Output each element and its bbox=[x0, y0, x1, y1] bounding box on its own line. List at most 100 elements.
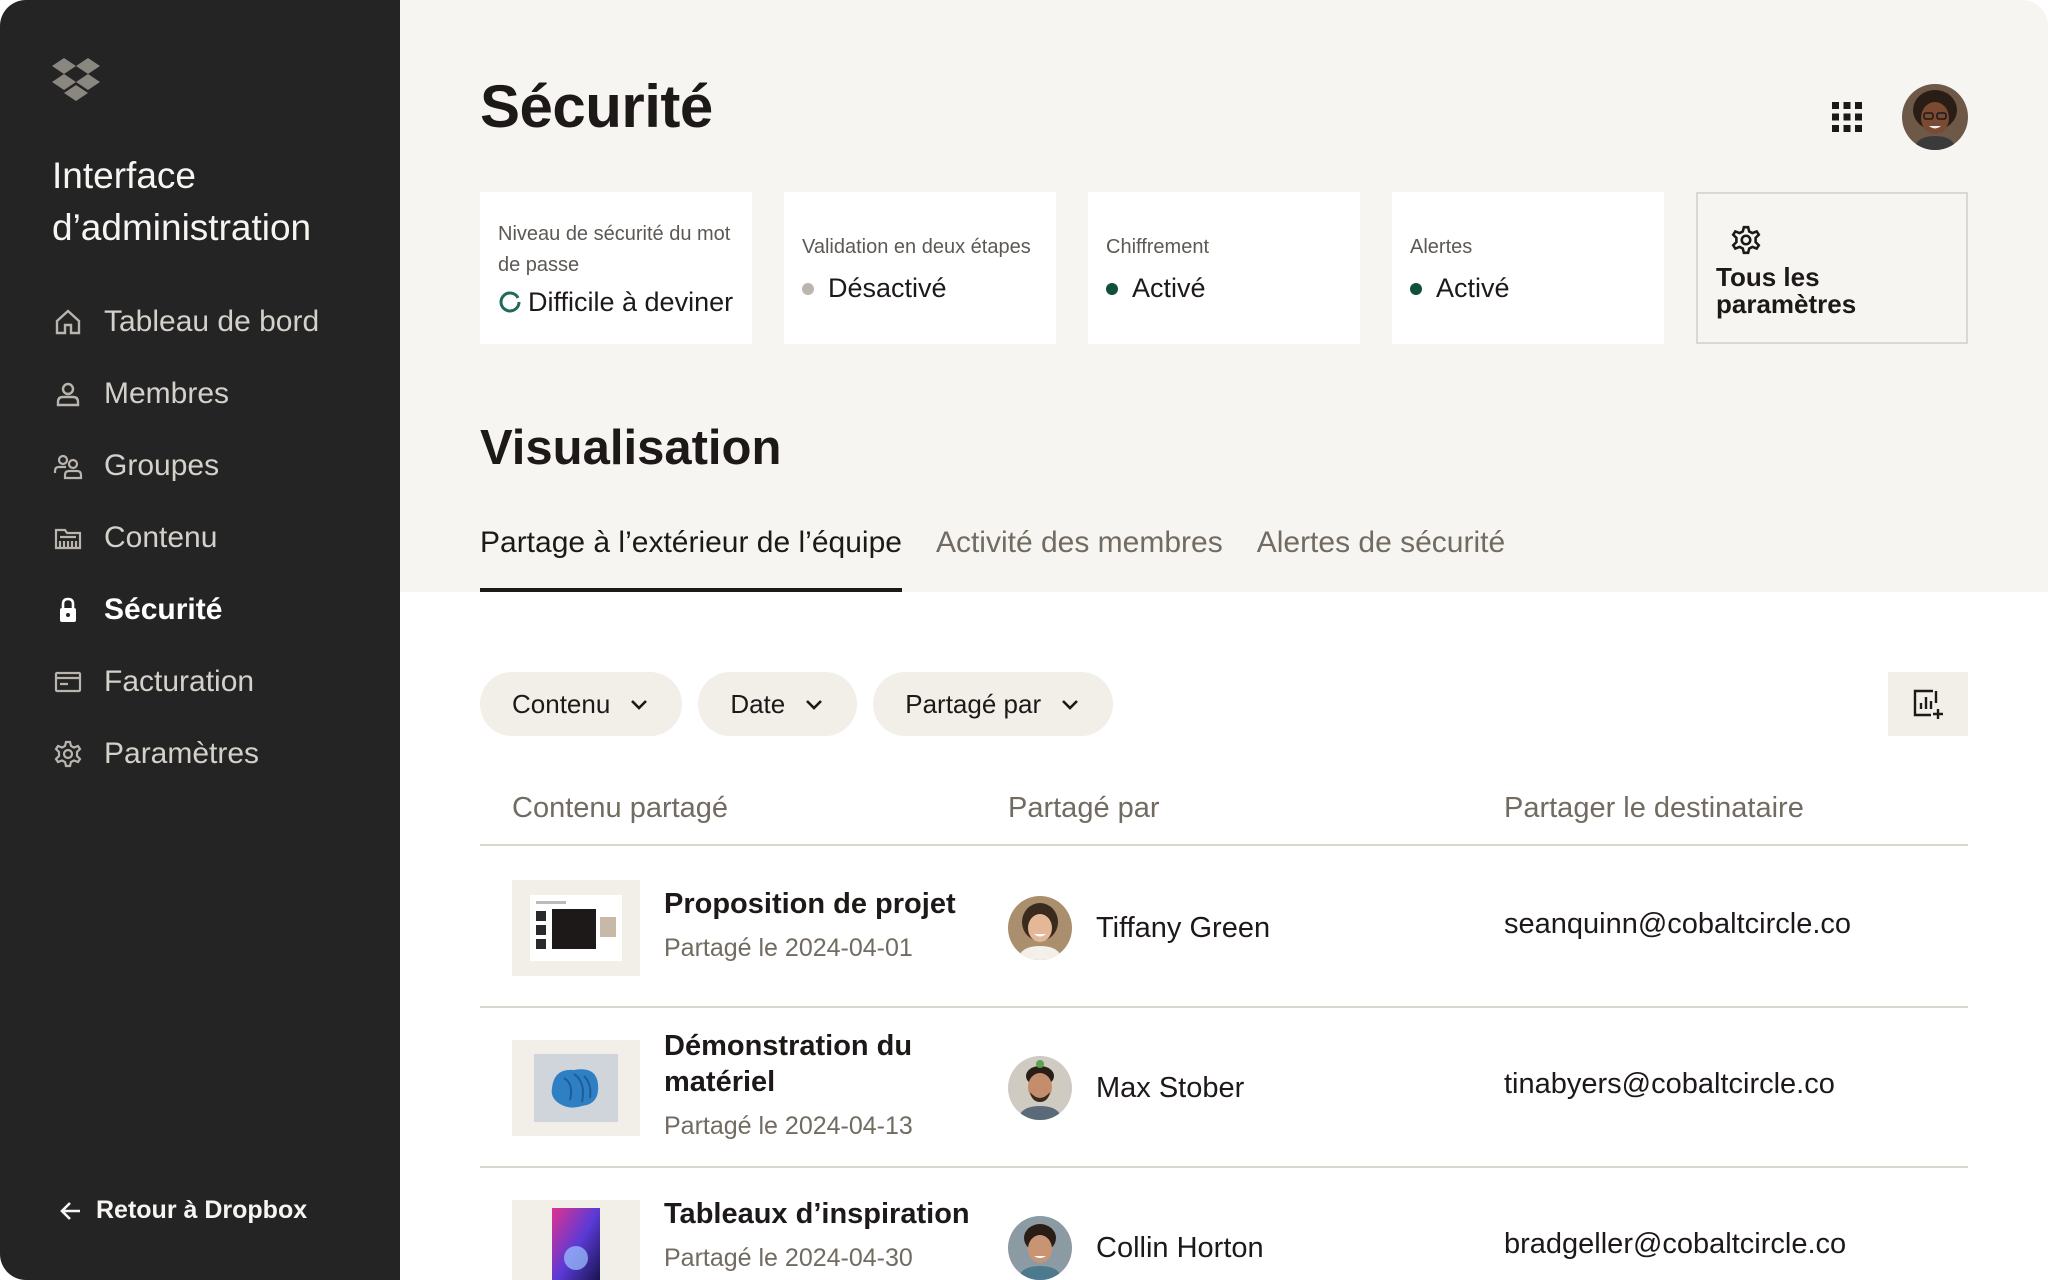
file-date: Partagé le 2024-04-13 bbox=[664, 1112, 913, 1140]
group-icon bbox=[52, 450, 84, 482]
column-header[interactable]: Partager le destinataire bbox=[1504, 792, 1804, 825]
sidebar-nav: Tableau de bord Membres Groupes Contenu bbox=[0, 286, 400, 790]
user-avatar[interactable] bbox=[1902, 84, 1968, 150]
section-title: Visualisation bbox=[480, 421, 782, 475]
filter-date-dropdown[interactable]: Date bbox=[698, 672, 858, 736]
folder-icon bbox=[52, 522, 84, 554]
encryption-card: Chiffrement Activé bbox=[1088, 192, 1360, 344]
app-grid-icon[interactable] bbox=[1830, 100, 1864, 134]
card-value: Désactivé bbox=[802, 273, 1038, 304]
two-step-card: Validation en deux étapes Désactivé bbox=[784, 192, 1056, 344]
tab-security-alerts[interactable]: Alertes de sécurité bbox=[1257, 500, 1505, 592]
billing-icon bbox=[52, 666, 84, 698]
back-label: Retour à Dropbox bbox=[96, 1196, 308, 1224]
lock-icon bbox=[52, 594, 84, 626]
card-label: Validation en deux étapes bbox=[802, 236, 1031, 258]
sidebar-item-billing[interactable]: Facturation bbox=[0, 646, 400, 718]
file-name[interactable]: Tableaux d’inspiration bbox=[664, 1196, 984, 1232]
recipient-email: tinabyers@cobaltcircle.co bbox=[1504, 1068, 1835, 1100]
sidebar-item-label: Facturation bbox=[104, 665, 255, 698]
chevron-down-icon bbox=[1062, 700, 1079, 710]
sidebar-item-label: Paramètres bbox=[104, 737, 260, 770]
filter-bar: Contenu Date Partagé par bbox=[480, 672, 1129, 736]
dropbox-logo-icon[interactable] bbox=[52, 56, 100, 102]
sidebar-item-label: Sécurité bbox=[104, 593, 223, 626]
strength-ring-icon bbox=[499, 291, 521, 313]
card-value: Difficile à deviner bbox=[498, 287, 734, 318]
sidebar-item-label: Contenu bbox=[104, 521, 218, 554]
sidebar-item-content[interactable]: Contenu bbox=[0, 502, 400, 574]
sidebar-title: Interface d’administration bbox=[52, 155, 312, 248]
file-name[interactable]: Proposition de projet bbox=[664, 886, 984, 922]
app-window: Interface d’administration Tableau de bo… bbox=[0, 0, 2048, 1280]
avatar bbox=[1008, 1056, 1072, 1120]
alerts-value: Activé bbox=[1436, 273, 1510, 303]
tab-bar: Partage à l’extérieur de l’équipe Activi… bbox=[480, 500, 1539, 592]
all-settings-label: Tous les paramètres bbox=[1716, 262, 1857, 319]
filter-label: Partagé par bbox=[905, 688, 1042, 719]
avatar bbox=[1008, 896, 1072, 960]
recipient-email: bradgeller@cobaltcircle.co bbox=[1504, 1228, 1847, 1260]
sidebar-item-label: Membres bbox=[104, 377, 230, 410]
avatar bbox=[1008, 1216, 1072, 1280]
chart-add-icon bbox=[1913, 689, 1943, 719]
chevron-down-icon bbox=[806, 700, 823, 710]
file-thumbnail bbox=[512, 880, 640, 976]
back-to-dropbox-link[interactable]: Retour à Dropbox bbox=[58, 1196, 307, 1225]
card-label: Niveau de sécurité du mot de passe bbox=[498, 222, 731, 276]
gear-icon bbox=[52, 738, 84, 770]
filter-label: Date bbox=[730, 688, 786, 719]
card-label: Chiffrement bbox=[1106, 236, 1210, 258]
page-title: Sécurité bbox=[480, 73, 713, 140]
card-value: Activé bbox=[1410, 273, 1646, 304]
arrow-left-icon bbox=[60, 1201, 80, 1220]
password-strength-value: Difficile à deviner bbox=[528, 286, 734, 317]
table-row[interactable]: Tableaux d’inspiration Partagé le 2024-0… bbox=[480, 1168, 1968, 1280]
file-thumbnail bbox=[512, 1040, 640, 1136]
tab-member-activity[interactable]: Activité des membres bbox=[936, 500, 1223, 592]
column-header[interactable]: Partagé par bbox=[1008, 792, 1160, 825]
shared-by-name: Max Stober bbox=[1096, 1071, 1245, 1104]
shared-by: Collin Horton bbox=[1008, 1216, 1264, 1280]
sidebar-item-members[interactable]: Membres bbox=[0, 358, 400, 430]
card-label: Alertes bbox=[1410, 236, 1473, 258]
sidebar-item-dashboard[interactable]: Tableau de bord bbox=[0, 286, 400, 358]
table-row[interactable]: Proposition de projet Partagé le 2024-04… bbox=[480, 848, 1968, 1008]
table-row[interactable]: Démonstration du matériel Partagé le 202… bbox=[480, 1008, 1968, 1168]
add-report-button[interactable] bbox=[1888, 672, 1968, 736]
alerts-card: Alertes Activé bbox=[1392, 192, 1664, 344]
gear-icon bbox=[1731, 225, 1761, 255]
sidebar: Interface d’administration Tableau de bo… bbox=[0, 0, 400, 1280]
status-dot bbox=[802, 282, 814, 295]
filter-content-dropdown[interactable]: Contenu bbox=[480, 672, 683, 736]
password-strength-card: Niveau de sécurité du mot de passe Diffi… bbox=[480, 192, 752, 344]
table-header: Contenu partagé Partagé par Partager le … bbox=[480, 788, 1968, 846]
sidebar-item-label: Groupes bbox=[104, 449, 220, 482]
recipient-email: seanquinn@cobaltcircle.co bbox=[1504, 908, 1852, 940]
filter-shared-by-dropdown[interactable]: Partagé par bbox=[873, 672, 1114, 736]
file-date: Partagé le 2024-04-01 bbox=[664, 934, 913, 962]
file-name[interactable]: Démonstration du matériel bbox=[664, 1028, 984, 1100]
sidebar-item-settings[interactable]: Paramètres bbox=[0, 718, 400, 790]
home-icon bbox=[52, 306, 84, 338]
tab-external-sharing[interactable]: Partage à l’extérieur de l’équipe bbox=[480, 500, 902, 592]
shared-by: Tiffany Green bbox=[1008, 896, 1270, 960]
all-settings-button[interactable]: Tous les paramètres bbox=[1696, 192, 1968, 344]
shared-by: Max Stober bbox=[1008, 1056, 1244, 1120]
shared-by-name: Collin Horton bbox=[1096, 1231, 1264, 1264]
two-step-value: Désactivé bbox=[828, 273, 947, 303]
column-header[interactable]: Contenu partagé bbox=[512, 792, 728, 825]
sidebar-item-security[interactable]: Sécurité bbox=[0, 574, 400, 646]
shared-by-name: Tiffany Green bbox=[1096, 911, 1271, 944]
status-dot bbox=[1410, 282, 1422, 295]
status-dot bbox=[1106, 282, 1118, 295]
chevron-down-icon bbox=[631, 700, 648, 710]
sidebar-item-label: Tableau de bord bbox=[104, 305, 320, 338]
file-date: Partagé le 2024-04-30 bbox=[664, 1244, 913, 1272]
file-thumbnail bbox=[512, 1200, 640, 1280]
content-panel: Contenu Date Partagé par Contenu partagé… bbox=[400, 592, 2048, 1280]
sidebar-item-groups[interactable]: Groupes bbox=[0, 430, 400, 502]
filter-label: Contenu bbox=[512, 688, 611, 719]
person-icon bbox=[52, 378, 84, 410]
card-value: Activé bbox=[1106, 273, 1342, 304]
